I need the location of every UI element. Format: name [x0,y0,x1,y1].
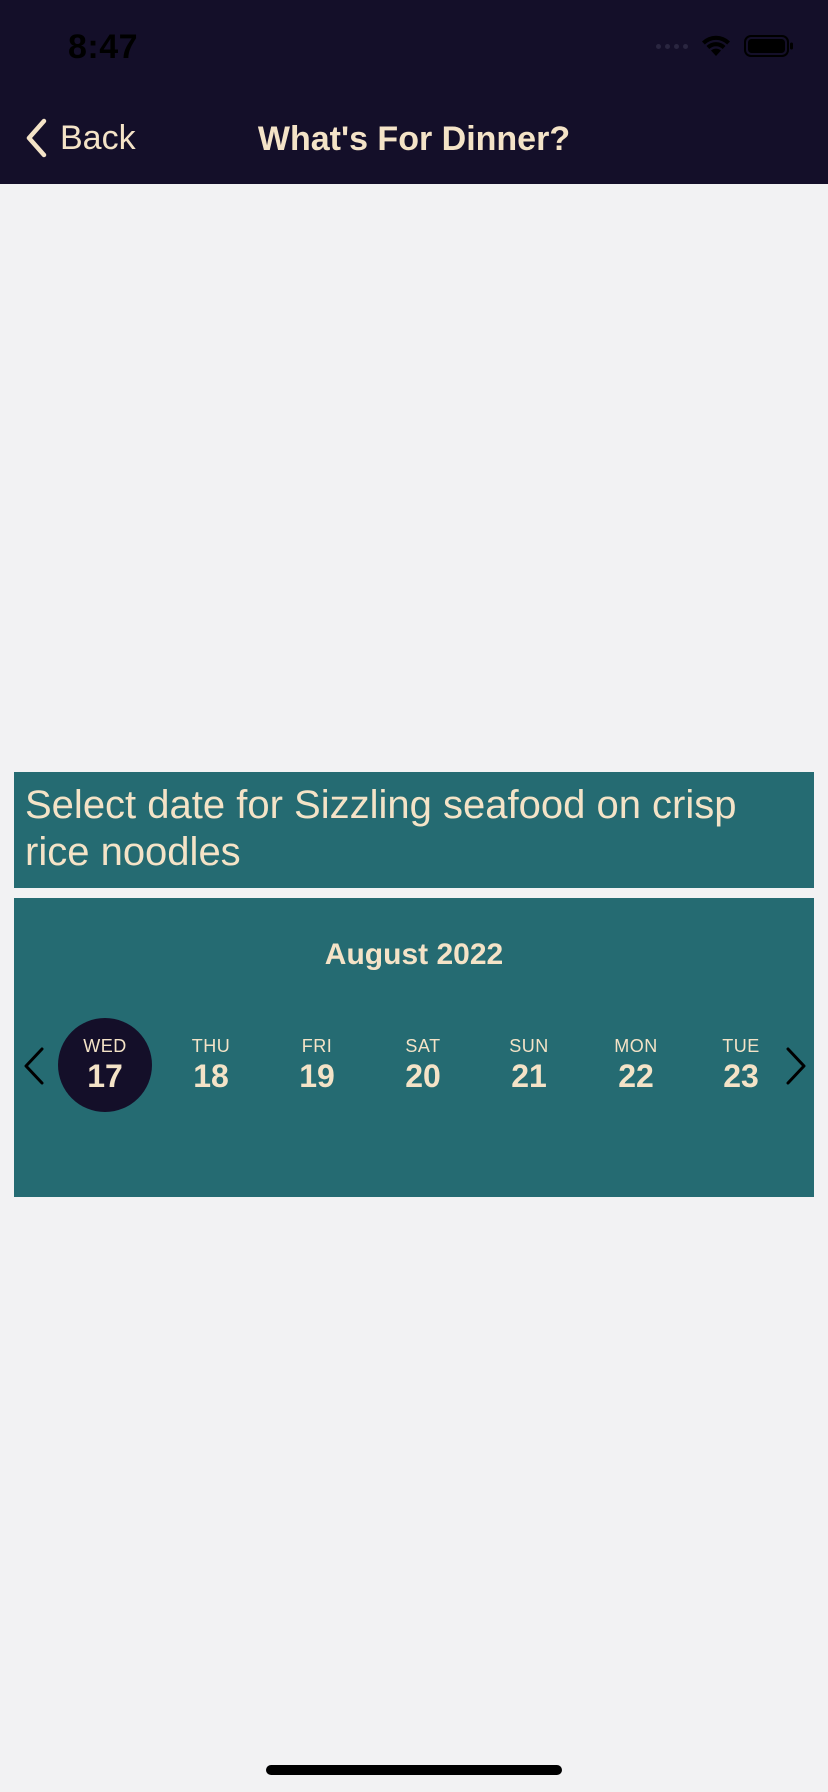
back-label: Back [60,118,136,157]
status-icons [656,34,794,58]
week-calendar: August 2022 WED 17 THU 18 FRI 19 SAT 20 … [14,898,814,1197]
day-number: 19 [299,1058,335,1094]
chevron-left-icon [26,118,47,158]
day-number: 20 [405,1058,441,1094]
day-cell[interactable]: SUN 21 [482,1018,576,1112]
home-indicator [266,1765,562,1775]
next-week-button[interactable] [780,1046,810,1086]
day-name: SUN [509,1036,549,1056]
day-number: 18 [193,1058,229,1094]
day-cell[interactable]: TUE 23 [694,1018,788,1112]
navigation-header: 8:47 What's For Dinner? Back [0,0,828,184]
chevron-right-icon [786,1047,806,1085]
day-number: 22 [618,1058,654,1094]
day-name: TUE [722,1036,760,1056]
month-title: August 2022 [324,938,504,971]
date-prompt-text: Select date for Sizzling seafood on cris… [25,783,737,874]
cellular-signal-icon [656,43,688,49]
day-name: FRI [301,1036,333,1056]
day-number: 23 [723,1058,759,1094]
back-button[interactable]: Back [24,118,136,158]
day-number: 17 [87,1058,123,1094]
day-cell[interactable]: THU 18 [164,1018,258,1112]
battery-icon [744,35,793,57]
day-number: 21 [511,1058,547,1094]
day-cell[interactable]: MON 22 [589,1018,683,1112]
day-cell[interactable]: SAT 20 [376,1018,470,1112]
day-name: MON [614,1036,658,1056]
day-name: SAT [405,1036,441,1056]
day-strip: WED 17 THU 18 FRI 19 SAT 20 SUN 21 MON 2… [14,1018,814,1114]
nav-bar: What's For Dinner? Back [0,110,828,170]
day-name: THU [191,1036,231,1056]
day-cell[interactable]: WED 17 [58,1018,152,1112]
date-prompt-banner: Select date for Sizzling seafood on cris… [14,772,814,888]
day-name: WED [83,1036,127,1056]
day-cell[interactable]: FRI 19 [270,1018,364,1112]
wifi-icon [702,35,730,56]
status-time: 8:47 [68,28,139,66]
